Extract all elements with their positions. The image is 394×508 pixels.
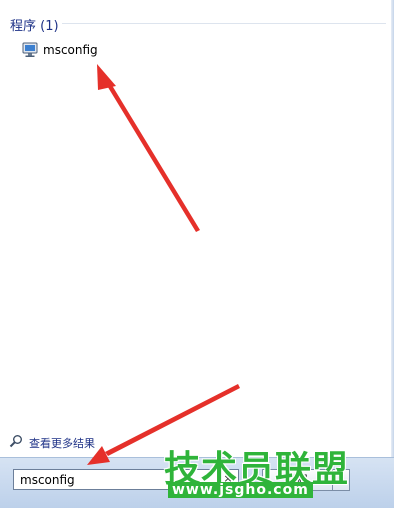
start-menu-search-panel: 程序 (1) msconfig 查看更多结果 × 关机 xyxy=(0,0,394,508)
watermark-url: www.jsgho.com xyxy=(168,482,313,498)
result-label: msconfig xyxy=(43,43,98,57)
see-more-label: 查看更多结果 xyxy=(29,437,95,450)
result-item-msconfig[interactable]: msconfig xyxy=(18,39,248,63)
msconfig-app-icon xyxy=(22,42,38,57)
watermark: 技术员联盟 www.jsgho.com xyxy=(160,440,360,506)
magnifier-icon xyxy=(9,435,22,448)
see-more-results-link[interactable]: 查看更多结果 xyxy=(9,432,149,452)
annotation-arrow-top xyxy=(97,64,200,232)
programs-section-header: 程序 (1) xyxy=(10,12,386,34)
section-divider xyxy=(62,23,386,24)
programs-section-title: 程序 (1) xyxy=(10,19,59,34)
